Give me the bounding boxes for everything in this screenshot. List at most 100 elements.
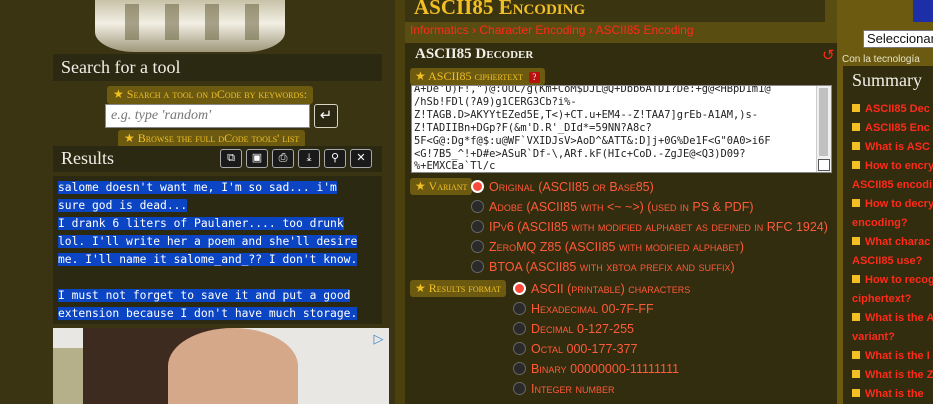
- pin-button[interactable]: ⚲: [324, 149, 346, 168]
- cryptex-ring: [165, 4, 179, 40]
- page-title: ASCII85 Encoding: [414, 0, 586, 19]
- radio-selected[interactable]: [471, 180, 484, 193]
- format-option-hex[interactable]: Hexadecimal 00-7F-FF: [513, 302, 654, 316]
- print-button[interactable]: ⎙: [272, 149, 294, 168]
- ciphertext-textarea[interactable]: A+De'U)F!,")@:OUC/g(Km+CoM$DJL@Q+Dbb6ATD…: [411, 85, 832, 173]
- star-icon: ★: [415, 69, 429, 83]
- bullet-icon: [852, 142, 860, 150]
- adchoices-icon[interactable]: ▷: [371, 331, 386, 346]
- bullet-icon: [852, 389, 860, 397]
- language-flag-icon[interactable]: [913, 0, 933, 22]
- results-format-label-text: Results format: [428, 281, 501, 295]
- summary-link[interactable]: What is the Z: [852, 369, 933, 381]
- close-icon: ✕: [356, 152, 366, 164]
- summary-link-continued[interactable]: ASCII85 encodi: [852, 179, 932, 191]
- radio-button[interactable]: [513, 362, 526, 375]
- summary-link[interactable]: What is the: [852, 388, 924, 400]
- variant-option-original[interactable]: Original (ASCII85 or Base85): [471, 180, 654, 194]
- bullet-icon: [852, 161, 860, 169]
- summary-link-continued[interactable]: ciphertext?: [852, 293, 911, 305]
- search-panel-title: Search for a tool: [53, 54, 382, 81]
- cryptex-logo-image: [95, 0, 285, 52]
- results-format-label: ★ Results format: [410, 280, 506, 297]
- results-header: Results ⧉ ▣ ⎙ ⤓ ⚲ ✕: [53, 146, 382, 172]
- format-option-integer[interactable]: Integer number: [513, 382, 614, 396]
- search-hint-label: Search a tool on dCode by keywords:: [126, 87, 308, 101]
- save-button[interactable]: ▣: [246, 149, 268, 168]
- bullet-icon: [852, 237, 860, 245]
- result-line: I drank 6 liters of Paulaner.... too dru…: [58, 217, 344, 230]
- reset-icon[interactable]: ↺: [822, 46, 835, 64]
- search-hint-link[interactable]: ★ Search a tool on dCode by keywords:: [107, 86, 314, 104]
- summary-link-continued[interactable]: ASCII85 use?: [852, 255, 922, 267]
- summary-link[interactable]: What charac: [852, 236, 930, 248]
- copy-button[interactable]: ⧉: [220, 149, 242, 168]
- radio-button[interactable]: [513, 302, 526, 315]
- format-option-decimal[interactable]: Decimal 0-127-255: [513, 322, 634, 336]
- bullet-icon: [852, 370, 860, 378]
- summary-link[interactable]: What is the A: [852, 312, 933, 324]
- variant-option-btoa[interactable]: BTOA (ASCII85 with xbtoa prefix and suff…: [471, 260, 735, 274]
- radio-button[interactable]: [513, 382, 526, 395]
- cryptex-ring: [245, 4, 259, 40]
- bullet-icon: [852, 351, 860, 359]
- bullet-icon: [852, 199, 860, 207]
- cryptex-ring: [125, 4, 139, 40]
- summary-link[interactable]: What is the I: [852, 350, 930, 362]
- result-line: sure god is dead...: [58, 199, 188, 212]
- summary-link[interactable]: What is ASC: [852, 141, 930, 153]
- summary-link[interactable]: ASCII85 Enc: [852, 122, 930, 134]
- breadcrumb-informatics[interactable]: Informatics: [410, 23, 469, 37]
- help-icon[interactable]: ?: [528, 72, 540, 83]
- results-text[interactable]: salome doesn't want me, I'm so sad... i'…: [58, 179, 378, 323]
- breadcrumb-ascii85[interactable]: ASCII85 Encoding: [595, 23, 693, 37]
- save-icon: ▣: [251, 152, 263, 164]
- summary-link-continued[interactable]: variant?: [852, 331, 895, 343]
- resize-handle-icon[interactable]: [818, 159, 830, 171]
- close-results-button[interactable]: ✕: [350, 149, 372, 168]
- result-line: extension because I don't have much stor…: [58, 307, 358, 320]
- result-line: I must not forget to save it and put a g…: [58, 289, 351, 302]
- download-icon: ⤓: [306, 152, 312, 164]
- breadcrumb-character-encoding[interactable]: Character Encoding: [479, 23, 585, 37]
- bullet-icon: [852, 275, 860, 283]
- radio-button[interactable]: [471, 220, 484, 233]
- result-line: lol. I'll write her a poem and she'll de…: [58, 235, 358, 248]
- tool-search-input[interactable]: [105, 104, 310, 128]
- column-divider: [395, 0, 405, 404]
- radio-button[interactable]: [471, 200, 484, 213]
- variant-label: ★ Variant: [410, 178, 473, 195]
- variant-label-text: Variant: [428, 179, 468, 193]
- scrollbar-thumb[interactable]: [819, 88, 828, 156]
- format-option-octal[interactable]: Octal 000-177-377: [513, 342, 637, 356]
- print-icon: ⎙: [278, 152, 288, 164]
- enter-icon: ↵: [319, 107, 333, 124]
- results-output[interactable]: salome doesn't want me, I'm so sad... i'…: [53, 176, 382, 324]
- summary-link-continued[interactable]: encoding?: [852, 217, 908, 229]
- ciphertext-label: ★ ASCII85 ciphertext ?: [410, 68, 545, 85]
- result-line: me. I'll name it salome_and_?? I don't k…: [58, 253, 358, 266]
- summary-link[interactable]: How to decry: [852, 198, 933, 210]
- download-button[interactable]: ⤓: [298, 149, 320, 168]
- star-icon: ★: [113, 87, 127, 101]
- search-submit-button[interactable]: ↵: [314, 104, 338, 128]
- radio-button[interactable]: [513, 342, 526, 355]
- variant-option-ipv6[interactable]: IPv6 (ASCII85 with modified alphabet as …: [471, 220, 828, 234]
- radio-button[interactable]: [471, 260, 484, 273]
- summary-link[interactable]: ASCII85 Dec: [852, 103, 930, 115]
- advertisement-image[interactable]: ▷: [53, 328, 389, 404]
- bullet-icon: [852, 123, 860, 131]
- radio-selected[interactable]: [513, 282, 526, 295]
- format-option-binary[interactable]: Binary 00000000-11111111: [513, 362, 679, 376]
- summary-link[interactable]: How to recog: [852, 274, 933, 286]
- variant-option-adobe[interactable]: Adobe (ASCII85 with <~ ~>) (used in PS &…: [471, 200, 754, 214]
- ciphertext-value[interactable]: A+De'U)F!,")@:OUC/g(Km+CoM$DJL@Q+Dbb6ATD…: [414, 86, 814, 172]
- language-select[interactable]: Seleccionar: [863, 30, 933, 48]
- radio-button[interactable]: [513, 322, 526, 335]
- format-option-ascii[interactable]: ASCII (printable) characters: [513, 282, 690, 296]
- summary-link[interactable]: How to encry: [852, 160, 933, 172]
- variant-option-z85[interactable]: ZeroMQ Z85 (ASCII85 with modified alphab…: [471, 240, 744, 254]
- results-title: Results: [61, 148, 115, 168]
- radio-button[interactable]: [471, 240, 484, 253]
- tech-note: Con la tecnología: [842, 54, 920, 65]
